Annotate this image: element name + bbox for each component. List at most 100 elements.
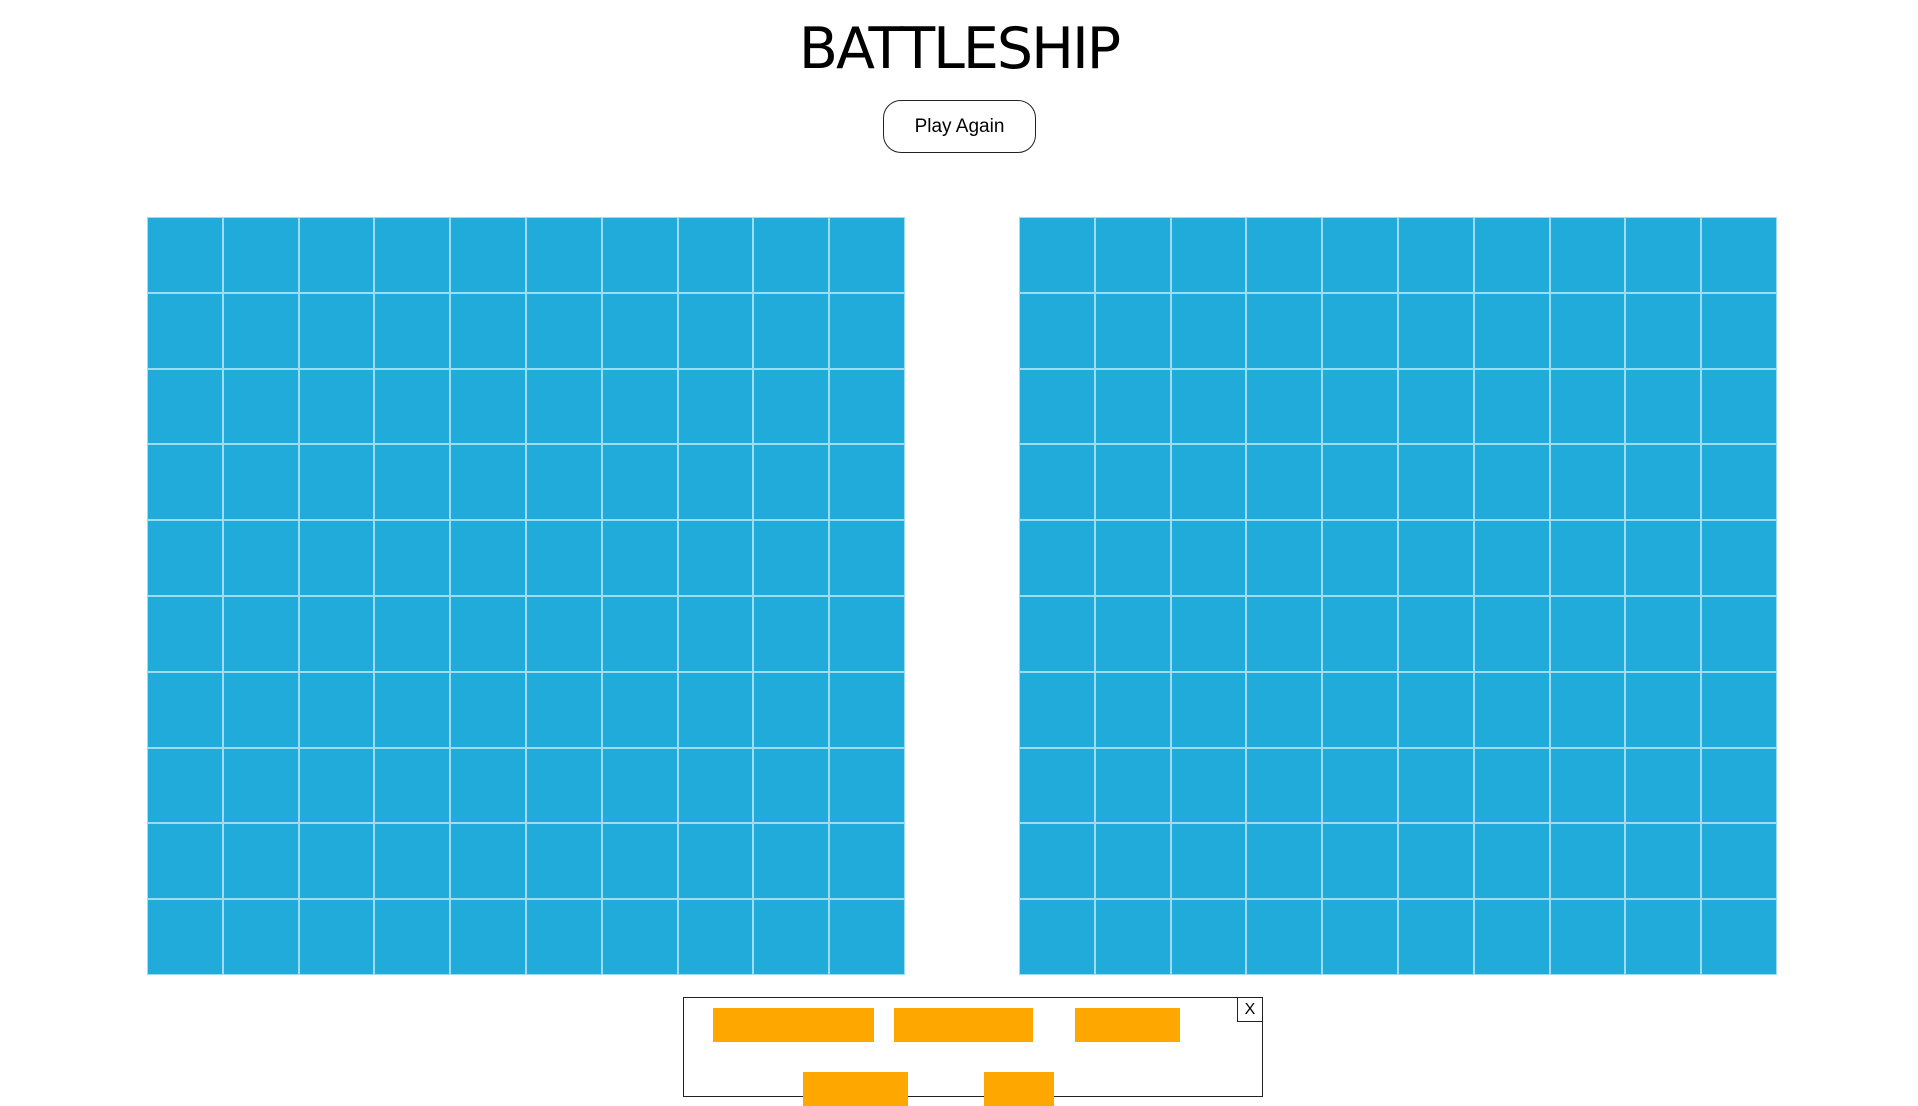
board-cell[interactable] bbox=[526, 520, 602, 596]
play-again-button[interactable]: Play Again bbox=[883, 100, 1036, 153]
board-cell[interactable] bbox=[1473, 520, 1550, 596]
board-cell[interactable] bbox=[1701, 217, 1777, 293]
board-cell[interactable] bbox=[601, 520, 678, 596]
board-cell[interactable] bbox=[1398, 823, 1474, 900]
board-cell[interactable] bbox=[1019, 292, 1095, 369]
board-cell[interactable] bbox=[298, 217, 375, 293]
board-cell[interactable] bbox=[526, 671, 602, 748]
board-cell[interactable] bbox=[1625, 899, 1702, 975]
board-cell[interactable] bbox=[1094, 444, 1171, 521]
board-cell[interactable] bbox=[147, 217, 223, 293]
ship-destroyer[interactable] bbox=[984, 1072, 1054, 1106]
board-cell[interactable] bbox=[677, 596, 754, 672]
board-cell[interactable] bbox=[222, 899, 299, 975]
board-cell[interactable] bbox=[1473, 671, 1550, 748]
board-cell[interactable] bbox=[374, 899, 451, 975]
ship-battleship[interactable] bbox=[894, 1008, 1033, 1042]
board-cell[interactable] bbox=[1625, 823, 1702, 900]
board-cell[interactable] bbox=[1701, 823, 1777, 900]
board-cell[interactable] bbox=[374, 217, 451, 293]
board-cell[interactable] bbox=[1701, 671, 1777, 748]
board-cell[interactable] bbox=[450, 899, 526, 975]
board-cell[interactable] bbox=[374, 292, 451, 369]
board-cell[interactable] bbox=[374, 596, 451, 672]
board-cell[interactable] bbox=[1701, 747, 1777, 824]
close-button[interactable]: X bbox=[1237, 997, 1263, 1022]
board-cell[interactable] bbox=[374, 444, 451, 521]
board-cell[interactable] bbox=[1170, 671, 1247, 748]
board-cell[interactable] bbox=[450, 747, 526, 824]
board-cell[interactable] bbox=[526, 292, 602, 369]
board-cell[interactable] bbox=[374, 747, 451, 824]
board-cell[interactable] bbox=[450, 292, 526, 369]
board-cell[interactable] bbox=[1398, 671, 1474, 748]
board-cell[interactable] bbox=[298, 444, 375, 521]
board-cell[interactable] bbox=[1701, 899, 1777, 975]
board-cell[interactable] bbox=[374, 671, 451, 748]
board-cell[interactable] bbox=[1398, 217, 1474, 293]
board-cell[interactable] bbox=[298, 292, 375, 369]
board-cell[interactable] bbox=[1019, 596, 1095, 672]
board-cell[interactable] bbox=[677, 899, 754, 975]
board-cell[interactable] bbox=[1246, 217, 1323, 293]
board-cell[interactable] bbox=[1322, 444, 1398, 521]
board-cell[interactable] bbox=[1549, 292, 1626, 369]
board-cell[interactable] bbox=[601, 444, 678, 521]
ship-carrier[interactable] bbox=[713, 1008, 874, 1042]
board-cell[interactable] bbox=[1625, 217, 1702, 293]
board-cell[interactable] bbox=[1094, 747, 1171, 824]
board-cell[interactable] bbox=[601, 368, 678, 445]
board-cell[interactable] bbox=[1322, 368, 1398, 445]
board-cell[interactable] bbox=[1473, 217, 1550, 293]
board-cell[interactable] bbox=[1094, 899, 1171, 975]
board-cell[interactable] bbox=[677, 217, 754, 293]
board-cell[interactable] bbox=[222, 520, 299, 596]
board-cell[interactable] bbox=[222, 823, 299, 900]
board-cell[interactable] bbox=[1322, 596, 1398, 672]
board-cell[interactable] bbox=[1549, 368, 1626, 445]
board-cell[interactable] bbox=[450, 823, 526, 900]
board-cell[interactable] bbox=[1019, 747, 1095, 824]
board-cell[interactable] bbox=[1549, 899, 1626, 975]
board-cell[interactable] bbox=[1170, 823, 1247, 900]
board-cell[interactable] bbox=[1019, 368, 1095, 445]
board-cell[interactable] bbox=[677, 671, 754, 748]
board-cell[interactable] bbox=[526, 823, 602, 900]
board-cell[interactable] bbox=[601, 596, 678, 672]
board-cell[interactable] bbox=[1701, 444, 1777, 521]
board-cell[interactable] bbox=[1549, 823, 1626, 900]
board-cell[interactable] bbox=[1473, 444, 1550, 521]
board-cell[interactable] bbox=[753, 520, 830, 596]
board-cell[interactable] bbox=[1625, 520, 1702, 596]
board-cell[interactable] bbox=[1398, 368, 1474, 445]
board-cell[interactable] bbox=[1170, 747, 1247, 824]
board-cell[interactable] bbox=[1701, 292, 1777, 369]
board-cell[interactable] bbox=[1246, 823, 1323, 900]
board-cell[interactable] bbox=[601, 671, 678, 748]
board-cell[interactable] bbox=[526, 596, 602, 672]
board-cell[interactable] bbox=[1625, 292, 1702, 369]
board-cell[interactable] bbox=[829, 292, 905, 369]
board-cell[interactable] bbox=[222, 747, 299, 824]
board-cell[interactable] bbox=[298, 520, 375, 596]
board-cell[interactable] bbox=[298, 899, 375, 975]
board-cell[interactable] bbox=[526, 444, 602, 521]
board-cell[interactable] bbox=[1322, 823, 1398, 900]
board-cell[interactable] bbox=[1625, 368, 1702, 445]
board-cell[interactable] bbox=[374, 823, 451, 900]
board-cell[interactable] bbox=[1170, 217, 1247, 293]
board-cell[interactable] bbox=[222, 671, 299, 748]
board-cell[interactable] bbox=[147, 671, 223, 748]
ship-cruiser[interactable] bbox=[1075, 1008, 1180, 1042]
board-cell[interactable] bbox=[222, 368, 299, 445]
board-cell[interactable] bbox=[1322, 217, 1398, 293]
board-cell[interactable] bbox=[1549, 596, 1626, 672]
board-cell[interactable] bbox=[222, 292, 299, 369]
board-cell[interactable] bbox=[753, 444, 830, 521]
board-cell[interactable] bbox=[1246, 444, 1323, 521]
board-cell[interactable] bbox=[1094, 217, 1171, 293]
board-cell[interactable] bbox=[450, 596, 526, 672]
board-cell[interactable] bbox=[1322, 747, 1398, 824]
board-cell[interactable] bbox=[753, 368, 830, 445]
board-cell[interactable] bbox=[1170, 368, 1247, 445]
